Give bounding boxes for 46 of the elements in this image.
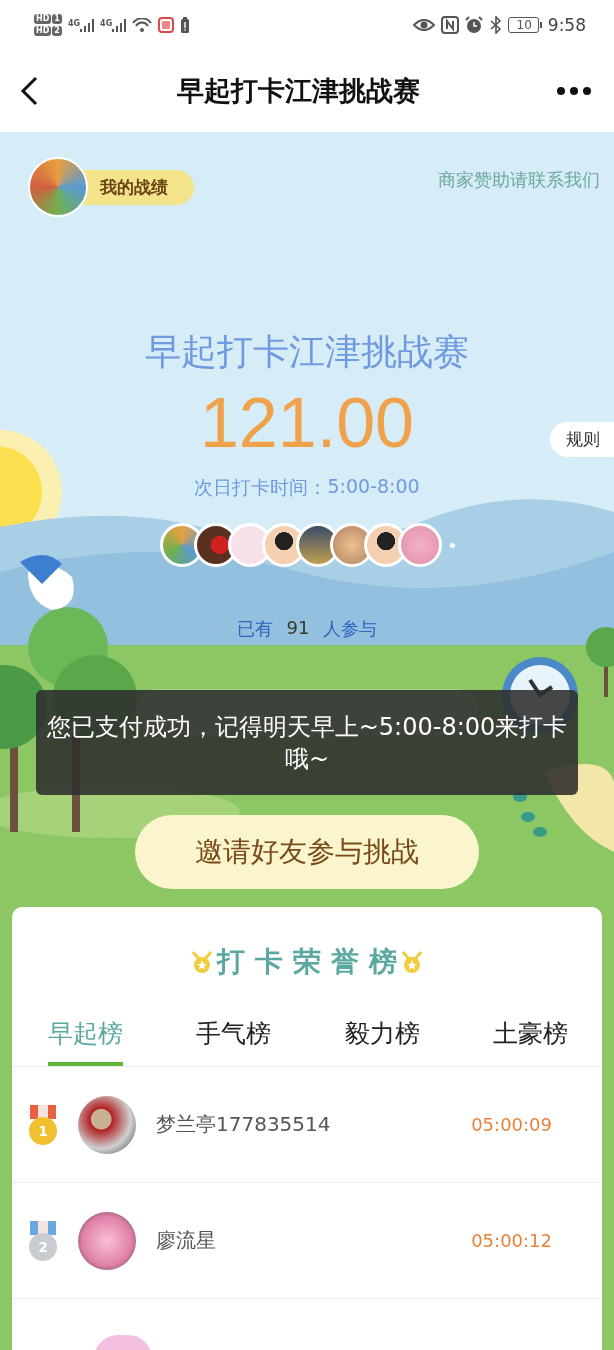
- avatar-image: [28, 157, 88, 217]
- battery-level-indicator: 10: [507, 17, 539, 33]
- toast-message: 您已支付成功，记得明天早上~5:00-8:00来打卡哦~: [36, 690, 578, 795]
- schedule-label: 次日打卡时间：: [194, 475, 328, 500]
- challenge-title: 早起打卡江津挑战赛: [145, 330, 469, 374]
- participants-label: 人参与: [323, 617, 378, 641]
- alarm-icon: [464, 16, 483, 34]
- more-icon[interactable]: [556, 86, 592, 96]
- leaderboard-title: 打卡荣誉榜: [217, 944, 407, 980]
- clock-time: 9:58: [547, 15, 586, 35]
- check-in-time: 05:00:12: [471, 1230, 552, 1251]
- medal-icon: [191, 950, 213, 974]
- participants-label: 已有: [236, 617, 273, 641]
- user-name: 廖流星: [156, 1227, 217, 1254]
- leaderboard-tab[interactable]: 毅力榜: [344, 1017, 420, 1066]
- network-type-label: 4G: [100, 18, 113, 28]
- leaderboard-tab[interactable]: 土豪榜: [493, 1017, 568, 1066]
- prize-amount: 121.00: [199, 383, 415, 463]
- medal-ribbon-icon: [28, 1104, 58, 1119]
- check-in-time: 05:00:09: [471, 1114, 552, 1135]
- network-type-label: 4G: [67, 18, 81, 28]
- signal-icon: [112, 18, 127, 32]
- sim-slot-number: 1: [52, 14, 62, 24]
- user-name: 梦兰亭177835514: [156, 1111, 332, 1138]
- medal-icon: [401, 950, 423, 974]
- user-avatar: [78, 1211, 136, 1270]
- bluetooth-icon: [488, 16, 502, 34]
- nfc-icon: [440, 16, 459, 34]
- wifi-icon: [132, 18, 153, 32]
- schedule-time: 5:00-8:00: [327, 475, 420, 499]
- sim-slot-number: 2: [52, 26, 62, 36]
- rank-medal-badge: 1: [29, 1116, 57, 1145]
- invite-button[interactable]: 邀请好友参与挑战: [135, 815, 479, 889]
- my-record-button[interactable]: 我的战绩: [28, 157, 194, 217]
- participants-count: 91: [286, 617, 310, 640]
- eye-icon: [412, 17, 435, 33]
- leaderboard-tab[interactable]: 手气榜: [196, 1017, 272, 1066]
- notification-app-icon: [158, 17, 175, 33]
- signal-icon: [80, 18, 95, 32]
- page-title: 早起打卡江津挑战赛: [176, 74, 420, 108]
- medal-ribbon-icon: [28, 1220, 58, 1235]
- sim-label: HD: [34, 26, 52, 36]
- battery-warning-icon: [180, 17, 191, 33]
- back-icon[interactable]: [20, 76, 40, 106]
- sim-label: HD: [34, 14, 52, 24]
- rules-button[interactable]: 规则: [550, 422, 614, 457]
